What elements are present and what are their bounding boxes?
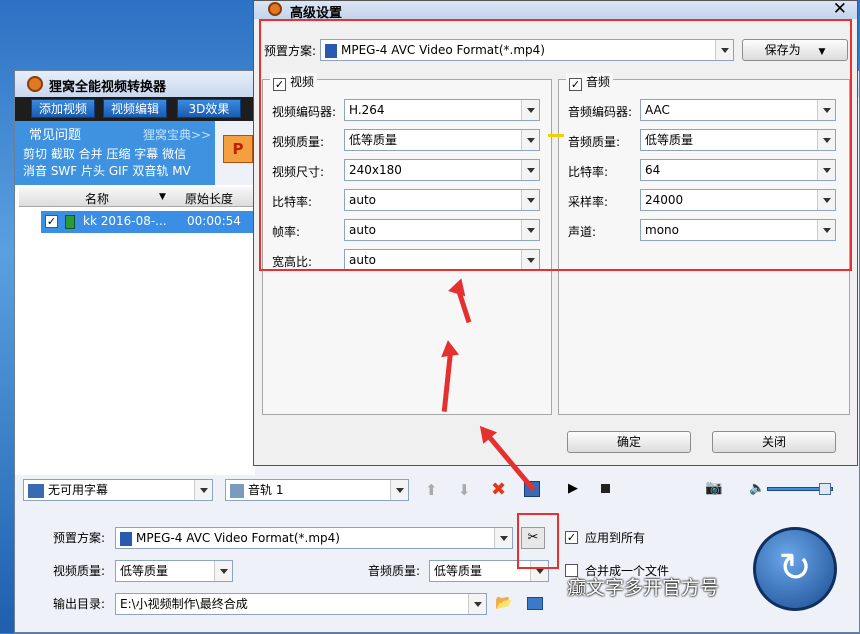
move-down-icon[interactable]: ⬇ <box>458 481 471 499</box>
video-quality-select[interactable]: 低等质量 <box>115 560 233 582</box>
subtitle-icon <box>28 483 44 498</box>
col-length-header[interactable]: 原始长度 <box>185 190 233 207</box>
annotation-arrowhead-middle <box>438 338 460 358</box>
preset-value: MPEG-4 AVC Video Format(*.mp4) <box>136 531 340 545</box>
film-icon <box>65 215 75 229</box>
folder-open-icon[interactable]: 📂 <box>495 595 512 611</box>
sort-arrow-icon[interactable]: ▼ <box>159 192 166 202</box>
bottom-panel: 无可用字幕 音轨 1 ⬆ ⬇ ✖ ▶ 📷 🔈 预置方案: MPEG-4 AVC … <box>15 471 860 634</box>
ppt-icon[interactable]: P <box>223 135 253 163</box>
chevron-down-icon[interactable] <box>214 561 232 581</box>
audio-quality-label: 音频质量: <box>368 564 421 578</box>
play-icon[interactable]: ▶ <box>568 481 578 496</box>
output-dir-select[interactable]: E:\小视频制作\最终合成 <box>115 593 487 615</box>
add-video-button[interactable]: 添加视频 <box>31 99 95 118</box>
video-quality-value: 低等质量 <box>120 564 169 578</box>
chevron-down-icon[interactable] <box>390 480 408 500</box>
app-logo-icon <box>268 2 282 16</box>
close-icon[interactable]: ✕ <box>833 0 847 19</box>
stop-icon[interactable] <box>601 484 610 493</box>
delete-icon[interactable]: ✖ <box>491 479 506 500</box>
apply-all-label: 应用到所有 <box>585 531 646 545</box>
browse-folder-icon[interactable] <box>527 597 543 610</box>
output-dir-value: E:\小视频制作\最终合成 <box>120 597 248 611</box>
col-name-header[interactable]: 名称 <box>85 190 109 207</box>
edit-video-button[interactable]: 视频编辑 <box>103 99 167 118</box>
convert-button[interactable]: ↻ <box>753 527 837 611</box>
preset-select[interactable]: MPEG-4 AVC Video Format(*.mp4) <box>115 527 513 549</box>
volume-icon[interactable]: 🔈 <box>749 481 765 496</box>
close-button[interactable]: 关闭 <box>712 431 836 453</box>
3d-effect-button[interactable]: 3D效果 <box>177 99 241 118</box>
chevron-down-icon[interactable] <box>468 594 486 614</box>
video-quality-label: 视频质量: <box>53 564 106 578</box>
yellow-marker <box>548 134 564 137</box>
app-logo-icon <box>27 76 43 92</box>
main-toolbar: 添加视频 视频编辑 3D效果 <box>15 97 255 121</box>
chevron-down-icon[interactable] <box>494 528 512 548</box>
format-icon <box>120 531 132 546</box>
faq-row-2[interactable]: 消音 SWF 片头 GIF 双音轨 MV <box>23 162 191 179</box>
faq-row-1[interactable]: 剪切 截取 合并 压缩 字幕 微信 <box>23 145 186 162</box>
file-length: 00:00:54 <box>187 214 241 228</box>
audio-track-select[interactable]: 音轨 1 <box>225 479 409 501</box>
main-title: 狸窝全能视频转换器 <box>49 80 167 95</box>
advanced-settings-dialog: 高级设置 ✕ 预置方案: MPEG-4 AVC Video Format(*.m… <box>253 0 858 466</box>
audio-track-value: 音轨 1 <box>248 483 284 497</box>
annotation-box-settings <box>517 513 559 569</box>
output-dir-label: 输出目录: <box>53 597 106 611</box>
file-name: kk 2016-08-... <box>83 214 167 228</box>
dialog-title-bar: 高级设置 ✕ <box>254 0 857 21</box>
volume-knob[interactable] <box>819 483 831 495</box>
subtitle-value: 无可用字幕 <box>48 483 109 497</box>
camera-icon[interactable]: 📷 <box>705 480 722 496</box>
watermark-text: 癫文字多开官方号 <box>567 577 720 599</box>
faq-panel: 常见问题 狸窝宝典>> 剪切 截取 合并 压缩 字幕 微信 消音 SWF 片头 … <box>15 121 215 185</box>
audio-quality-value: 低等质量 <box>434 564 483 578</box>
file-checkbox[interactable]: ✓ <box>45 215 58 228</box>
ok-button[interactable]: 确定 <box>567 431 691 453</box>
annotation-box-settings-panel <box>259 19 852 271</box>
file-list-header: 名称 ▼ 原始长度 <box>19 187 255 207</box>
apply-all-checkbox[interactable]: ✓ <box>565 531 578 544</box>
chevron-down-icon[interactable] <box>194 480 212 500</box>
preset-label: 预置方案: <box>53 531 106 545</box>
file-row[interactable]: ✓ kk 2016-08-... 00:00:54 <box>41 211 255 233</box>
faq-link[interactable]: 狸窝宝典>> <box>143 126 211 143</box>
subtitle-select[interactable]: 无可用字幕 <box>23 479 213 501</box>
audio-track-icon <box>230 483 244 498</box>
move-up-icon[interactable]: ⬆ <box>425 481 438 499</box>
file-list: 名称 ▼ 原始长度 ✓ kk 2016-08-... 00:00:54 <box>15 185 255 475</box>
faq-heading: 常见问题 <box>29 128 82 143</box>
